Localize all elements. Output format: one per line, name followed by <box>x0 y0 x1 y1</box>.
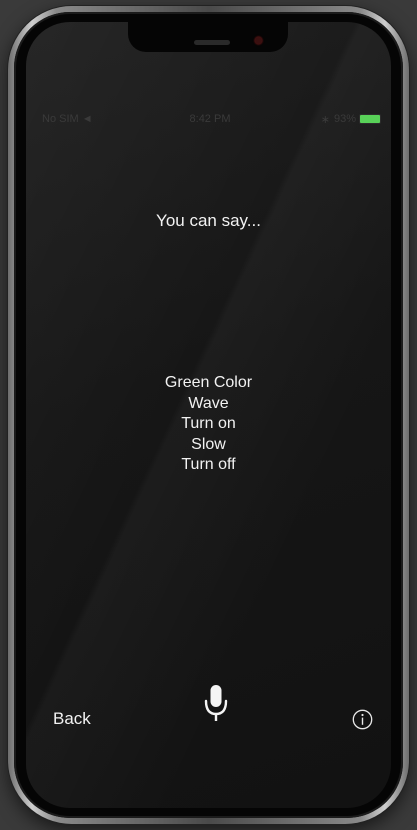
command-item: Turn off <box>181 456 236 473</box>
info-icon <box>352 709 373 730</box>
command-item: Slow <box>191 435 226 453</box>
microphone-icon <box>204 685 228 721</box>
back-button[interactable]: Back <box>53 709 91 729</box>
microphone-button[interactable] <box>203 684 229 726</box>
info-button[interactable] <box>352 709 373 730</box>
voice-command-list: Green Color Wave Turn on Slow Turn off <box>0 373 417 476</box>
command-item: Turn on <box>181 415 236 432</box>
status-bar: No SIM ◄ 8:42 PM ∗ 93% <box>34 108 386 130</box>
command-item: Green Color <box>164 374 253 391</box>
notch <box>128 22 288 52</box>
battery-icon <box>360 115 380 123</box>
status-right: ∗ 93% <box>321 113 380 126</box>
bluetooth-icon: ∗ <box>320 113 330 126</box>
speaker-grille <box>194 40 230 45</box>
battery-percent: 93% <box>333 113 356 125</box>
front-camera <box>255 37 262 44</box>
you-can-say-heading: You can say... <box>156 211 261 230</box>
command-item: Wave <box>188 394 229 412</box>
